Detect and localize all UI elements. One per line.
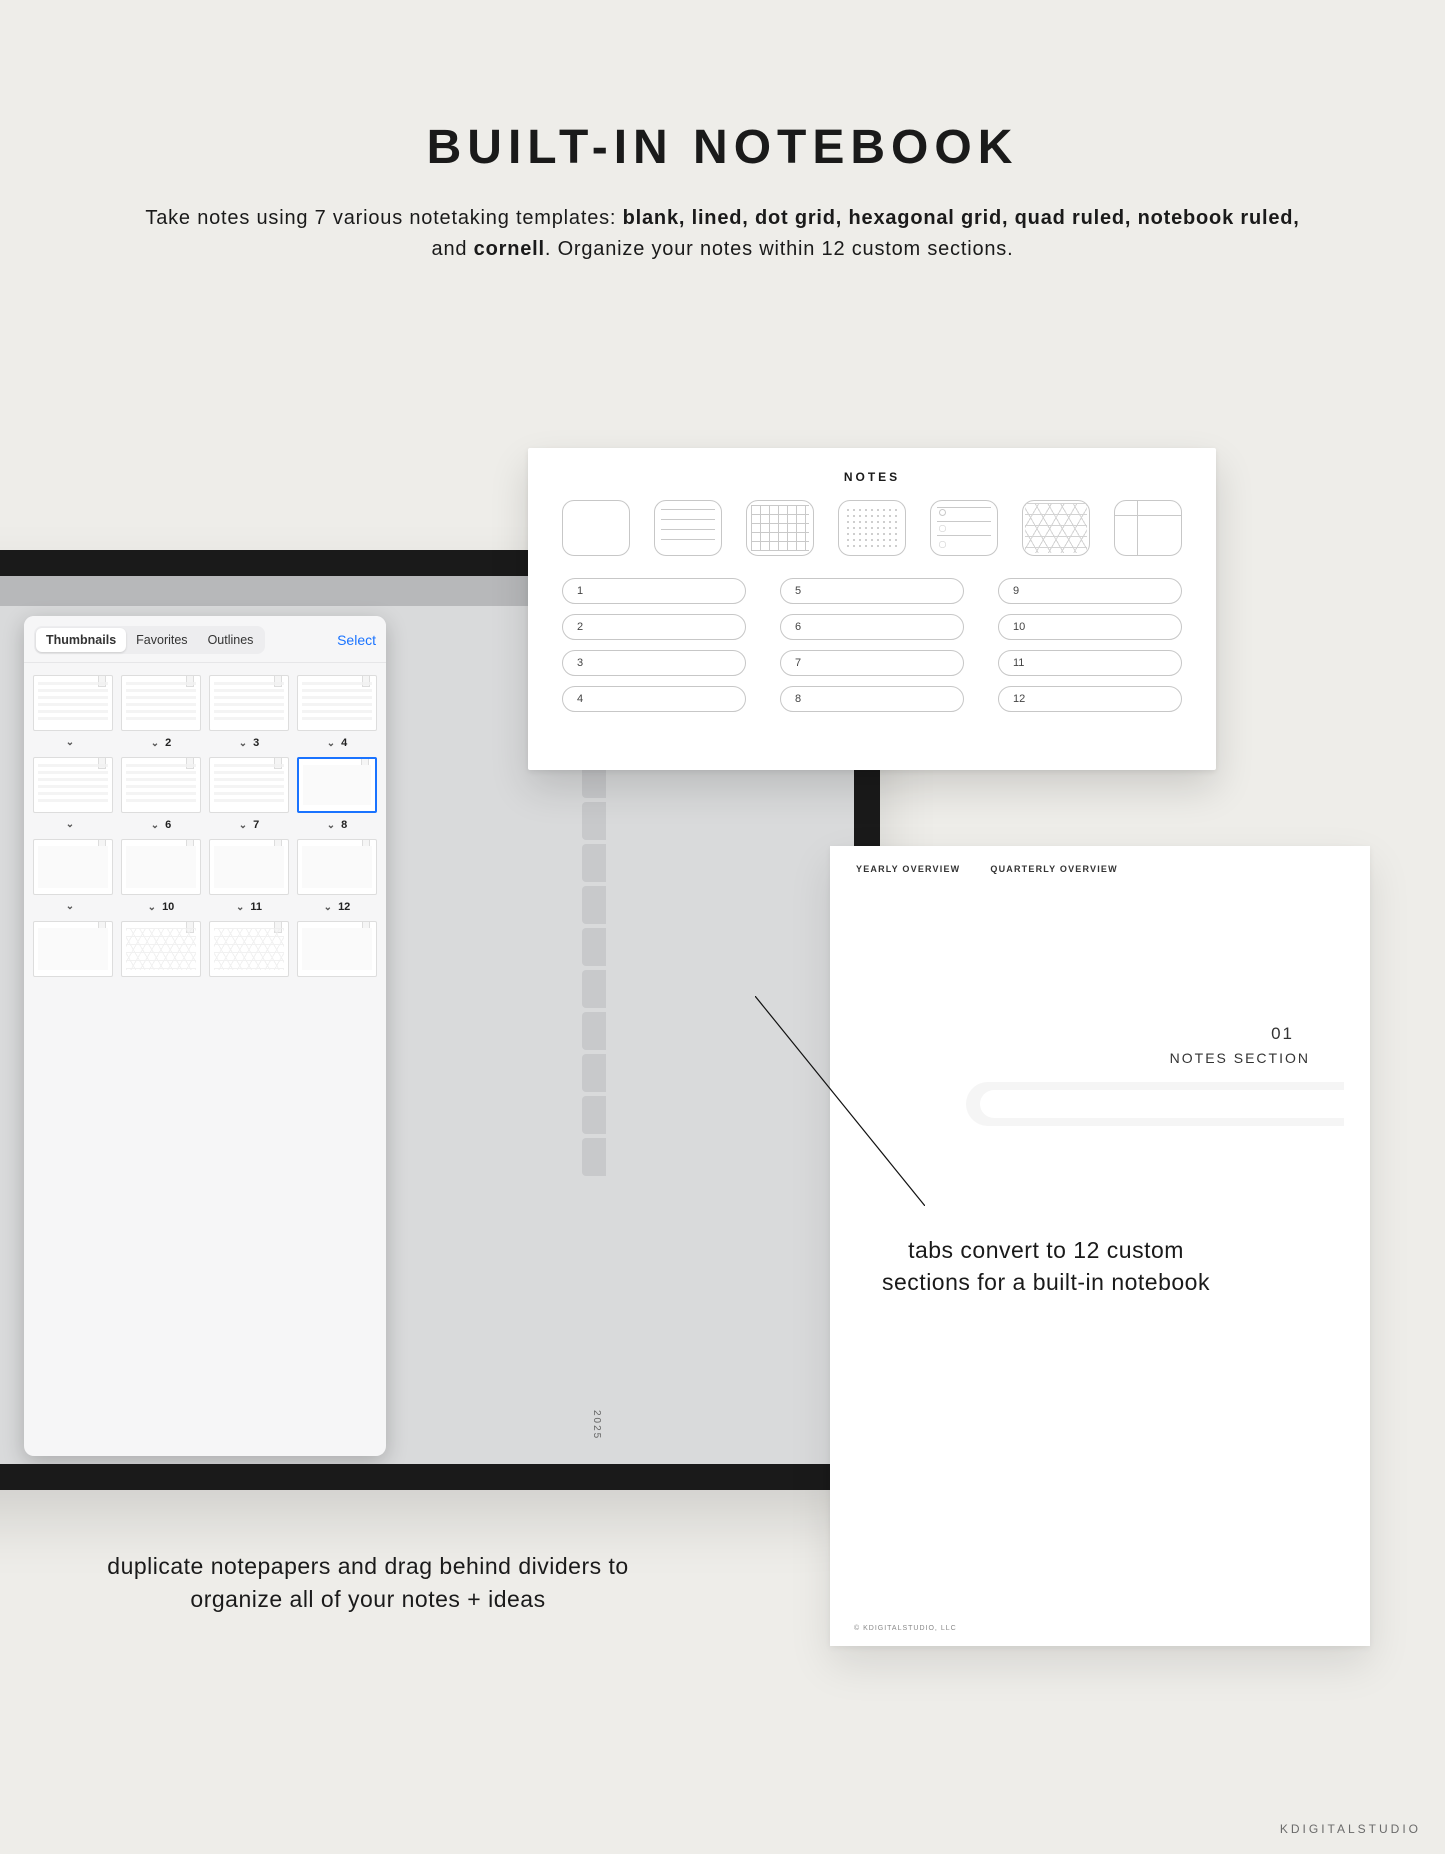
section-link[interactable]: 2 (562, 614, 746, 640)
chevron-down-icon: ⌄ (66, 901, 74, 912)
chevron-down-icon: ⌄ (239, 738, 247, 749)
notes-index-card: NOTES 1 2 3 4 5 6 7 8 9 10 11 12 (528, 448, 1216, 770)
callout-tabs-text: tabs convert to 12 custom sections for a… (876, 1234, 1216, 1298)
thumb-label: 6 (165, 819, 171, 831)
thumbnail[interactable] (208, 921, 290, 983)
page-subheading: Take notes using 7 various notetaking te… (143, 203, 1303, 265)
notes-title: NOTES (562, 470, 1182, 484)
section-link[interactable]: 8 (780, 686, 964, 712)
thumbnail[interactable]: ⌄ 11 (208, 839, 290, 913)
section-number: 01 (856, 1024, 1344, 1044)
thumb-label: 12 (338, 901, 350, 913)
section-label: NOTES SECTION (856, 1050, 1344, 1066)
thumbnail[interactable]: ⌄ (32, 839, 114, 913)
thumbnails-panel: Thumbnails Favorites Outlines Select ⌄ ⌄… (24, 616, 386, 1456)
thumb-label: 7 (253, 819, 259, 831)
thumb-label: 8 (341, 819, 347, 831)
subheading-bold-1: blank, lined, dot grid, hexagonal grid, … (623, 207, 1300, 229)
template-cornell-icon[interactable] (1114, 500, 1182, 556)
thumbnail[interactable]: ⌄2 (120, 675, 202, 749)
chevron-down-icon: ⌄ (324, 902, 332, 913)
tab-yearly-overview[interactable]: YEARLY OVERVIEW (856, 864, 960, 874)
thumb-label: 4 (341, 737, 347, 749)
tab-quarterly-overview[interactable]: QUARTERLY OVERVIEW (990, 864, 1117, 874)
side-tab[interactable] (582, 1054, 606, 1092)
subheading-pre: Take notes using 7 various notetaking te… (145, 207, 622, 229)
thumbnail[interactable]: ⌄ 12 (296, 839, 378, 913)
thumbnail[interactable]: ⌄3 (208, 675, 290, 749)
side-tab[interactable] (582, 1138, 606, 1176)
template-blank-icon[interactable] (562, 500, 630, 556)
side-tab[interactable] (582, 886, 606, 924)
section-link[interactable]: 11 (998, 650, 1182, 676)
template-icon-row (562, 500, 1182, 556)
chevron-down-icon: ⌄ (66, 819, 74, 830)
thumbnail-grid: ⌄ ⌄2 ⌄3 ⌄4 ⌄ ⌄6 ⌄7 ⌄8 ⌄ ⌄10 ⌄11 ⌄12 (24, 663, 386, 1003)
template-hexagonal-grid-icon[interactable] (1022, 500, 1090, 556)
section-link[interactable]: 9 (998, 578, 1182, 604)
thumbnail[interactable]: ⌄4 (296, 675, 378, 749)
thumb-label: 11 (250, 901, 262, 913)
thumbnail[interactable] (120, 921, 202, 983)
page-heading: BUILT-IN NOTEBOOK (0, 120, 1445, 175)
chevron-down-icon: ⌄ (327, 738, 335, 749)
side-tab[interactable] (582, 844, 606, 882)
thumbnail[interactable]: ⌄ 10 (120, 839, 202, 913)
section-link[interactable]: 4 (562, 686, 746, 712)
thumbnail[interactable] (296, 921, 378, 983)
thumbnail[interactable]: ⌄7 (208, 757, 290, 831)
thumbnail[interactable]: ⌄ (32, 675, 114, 749)
template-notebook-ruled-icon[interactable] (930, 500, 998, 556)
thumbnail[interactable]: ⌄ (32, 757, 114, 831)
thumbnail[interactable]: ⌄6 (120, 757, 202, 831)
select-button[interactable]: Select (337, 632, 376, 648)
thumbnail[interactable] (32, 921, 114, 983)
chevron-down-icon: ⌄ (151, 820, 159, 831)
section-link[interactable]: 5 (780, 578, 964, 604)
template-dot-grid-icon[interactable] (838, 500, 906, 556)
page-footer: © KDIGITALSTUDIO, LLC (854, 1625, 957, 1632)
section-link[interactable]: 1 (562, 578, 746, 604)
thumbnail-selected[interactable]: ⌄8 (296, 757, 378, 831)
subheading-post: . Organize your notes within 12 custom s… (545, 238, 1014, 260)
side-tab[interactable] (582, 802, 606, 840)
chevron-down-icon: ⌄ (327, 820, 335, 831)
section-link[interactable]: 7 (780, 650, 964, 676)
chevron-down-icon: ⌄ (236, 902, 244, 913)
side-tab[interactable] (582, 928, 606, 966)
thumb-label: 10 (162, 901, 174, 913)
seg-thumbnails[interactable]: Thumbnails (36, 628, 126, 652)
view-segmented-control[interactable]: Thumbnails Favorites Outlines (34, 626, 265, 654)
side-tab[interactable] (582, 970, 606, 1008)
side-tab[interactable] (582, 1012, 606, 1050)
section-link[interactable]: 12 (998, 686, 1182, 712)
section-link[interactable]: 3 (562, 650, 746, 676)
section-link[interactable]: 6 (780, 614, 964, 640)
thumbnails-header: Thumbnails Favorites Outlines Select (24, 616, 386, 663)
side-tab[interactable] (582, 1096, 606, 1134)
subheading-bold-2: cornell (474, 238, 545, 260)
template-lined-icon[interactable] (654, 500, 722, 556)
chevron-down-icon: ⌄ (148, 902, 156, 913)
section-link[interactable]: 10 (998, 614, 1182, 640)
subheading-mid: and (432, 238, 474, 260)
chevron-down-icon: ⌄ (151, 738, 159, 749)
chevron-down-icon: ⌄ (239, 820, 247, 831)
callout-duplicate-text: duplicate notepapers and drag behind div… (88, 1550, 648, 1617)
section-title-field[interactable] (966, 1082, 1344, 1126)
chevron-down-icon: ⌄ (66, 737, 74, 748)
brand-watermark: KDIGITALSTUDIO (1280, 1822, 1421, 1836)
year-label: 2025 (591, 1410, 602, 1440)
seg-favorites[interactable]: Favorites (126, 628, 197, 652)
thumb-label: 2 (165, 737, 171, 749)
seg-outlines[interactable]: Outlines (198, 628, 264, 652)
section-pill-grid: 1 2 3 4 5 6 7 8 9 10 11 12 (562, 578, 1182, 712)
template-quad-ruled-icon[interactable] (746, 500, 814, 556)
thumb-label: 3 (253, 737, 259, 749)
